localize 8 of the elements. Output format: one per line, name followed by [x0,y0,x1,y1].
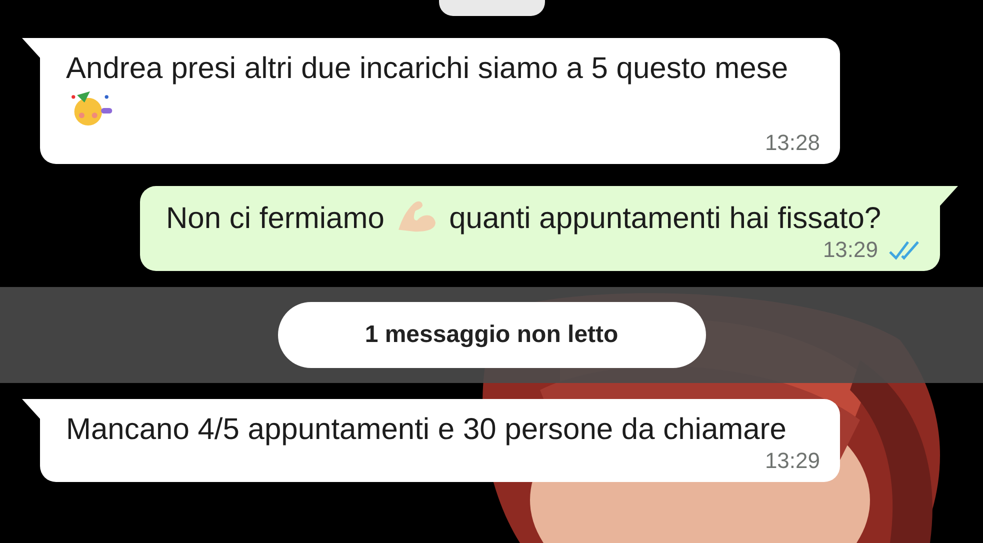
message-text: Non ci fermiamo [166,202,384,235]
unread-label: 1 messaggio non letto [278,302,706,368]
message-time: 13:29 [764,448,820,474]
message-text: quanti appuntamenti hai fissato? [449,202,882,235]
message-text: Andrea presi altri due incarichi siamo a 5 questo mese [66,52,788,85]
message-time: 13:28 [764,130,820,156]
message-time: 13:29 [822,237,878,263]
message-text: Mancano 4/5 appuntamenti e 30 persone da chiamare [66,413,786,446]
